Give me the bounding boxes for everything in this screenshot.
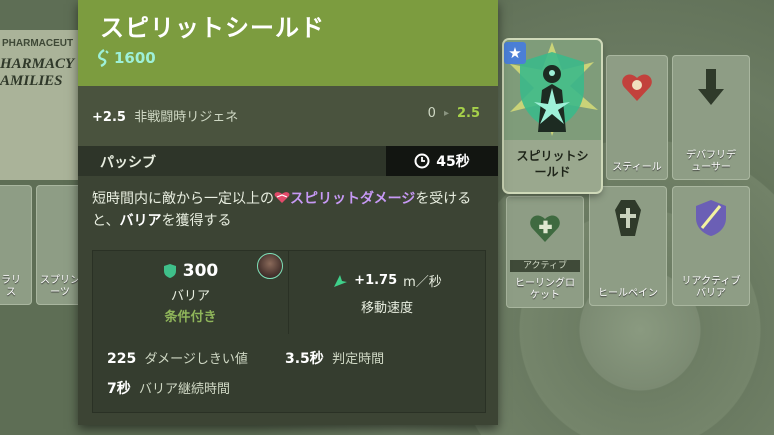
item-tile-label: デバフリデ ューサー [686,150,736,173]
judge-label: 判定時間 [332,352,385,367]
regen-text: +2.5 非戦闘時リジェネ [92,106,238,125]
item-tile-heal-bane[interactable]: ヒールペイン [589,186,667,306]
lower-stats-box: 225 ダメージしきい値 3.5秒 判定時間 7秒 バリア継続時間 [92,334,486,413]
item-cost: 1600 [96,48,156,68]
passive-label: パッシブ [100,155,156,171]
passive-bar: パッシブ 45秒 [78,146,498,176]
regen-to: 2.5 [456,106,480,121]
item-tile-label: スティール [612,162,662,173]
stats-box: 300 バリア 条件付き +1.75 m／秒 移動速度 [92,250,486,336]
cost-value: 1600 [114,49,156,67]
souls-icon [98,49,109,67]
item-title: スピリットシールド [100,14,325,42]
down-arrow-icon [698,69,724,105]
hero-portrait-icon [257,253,283,279]
item-tile-left-1[interactable]: ラリ ス [0,185,32,305]
regen-label: 非戦闘時リジェネ [134,110,239,125]
duration-value: 7秒 [107,381,131,397]
move-unit: m／秒 [403,275,442,290]
selected-item-name: スピリットシ ールド [516,149,589,179]
cooldown-value: 45秒 [436,154,470,170]
desc-part1: 短時間内に敵から一定以上の [92,191,274,207]
stat-damage-threshold: 225 ダメージしきい値 [107,348,248,367]
heart-icon [622,74,652,101]
poster-text: HARMACY AMILIES [0,56,75,89]
item-tile-label: スプリン ーツ [40,275,80,298]
barrier-value: 300 [182,261,219,281]
heart-rocket-icon [530,215,560,242]
item-tile-steal[interactable]: スティール [606,55,668,180]
regen-prefix: +2.5 [92,110,126,125]
chevron-right-icon: ▸ [443,108,449,119]
item-tile-reactive-barrier[interactable]: リアクティブ バリア [672,186,750,306]
active-tag: アクティブ [510,260,580,272]
stat-move-speed: +1.75 m／秒 移動速度 [289,251,485,335]
coffin-cross-icon [615,200,641,236]
regen-row: +2.5 非戦闘時リジェネ 0 ▸ 2.5 [78,86,498,146]
star-icon: ★ [504,42,526,64]
item-tile-label: ヒールペイン [598,288,658,299]
item-description: 短時間内に敵から一定以上の スピリットダメージを受けると、バリアを獲得する [92,188,492,232]
item-tile-debuff-reducer[interactable]: デバフリデ ューサー [672,55,750,180]
threshold-value: 225 [107,351,137,367]
move-speed-icon [334,274,348,287]
stat-barrier: 300 バリア 条件付き [93,251,289,335]
regen-from: 0 [427,106,436,121]
desc-barrier: バリア [119,213,162,229]
duration-label: バリア継続時間 [139,382,231,397]
move-label: 移動速度 [360,301,413,316]
desc-spirit-damage: スピリットダメージ [290,191,416,207]
stat-barrier-duration: 7秒 バリア継続時間 [107,378,230,398]
shield-figure-icon [696,200,726,236]
judge-value: 3.5秒 [285,351,324,367]
cooldown-box: 45秒 [386,146,498,176]
item-tile-healing-rocket[interactable]: アクティブ ヒーリングロ ケット [506,196,584,308]
item-tile-label: ヒーリングロ ケット [515,278,575,301]
stat-judge-time: 3.5秒 判定時間 [285,348,384,368]
regen-values: 0 ▸ 2.5 [428,106,480,121]
tooltip-header: スピリットシールド 1600 [78,0,498,86]
shield-icon [163,264,176,278]
spirit-heart-icon [274,192,290,203]
move-value: +1.75 [354,273,398,288]
item-tooltip: スピリットシールド 1600 +2.5 非戦闘時リジェネ 0 ▸ 2.5 パッシ… [78,0,498,425]
pharmacy-poster [0,30,90,180]
item-tile-label: リアクティブ バリア [681,276,741,299]
item-tile-label: ラリ ス [1,275,21,298]
barrier-label: バリア [170,289,210,304]
desc-part3: を獲得する [161,213,232,229]
threshold-label: ダメージしきい値 [144,352,248,367]
barrier-condition: 条件付き [164,310,217,325]
cooldown-clock-icon [414,153,430,169]
item-tile-left-2[interactable]: スプリン ーツ [36,185,84,305]
poster-label: PHARMACEUT [2,38,74,49]
